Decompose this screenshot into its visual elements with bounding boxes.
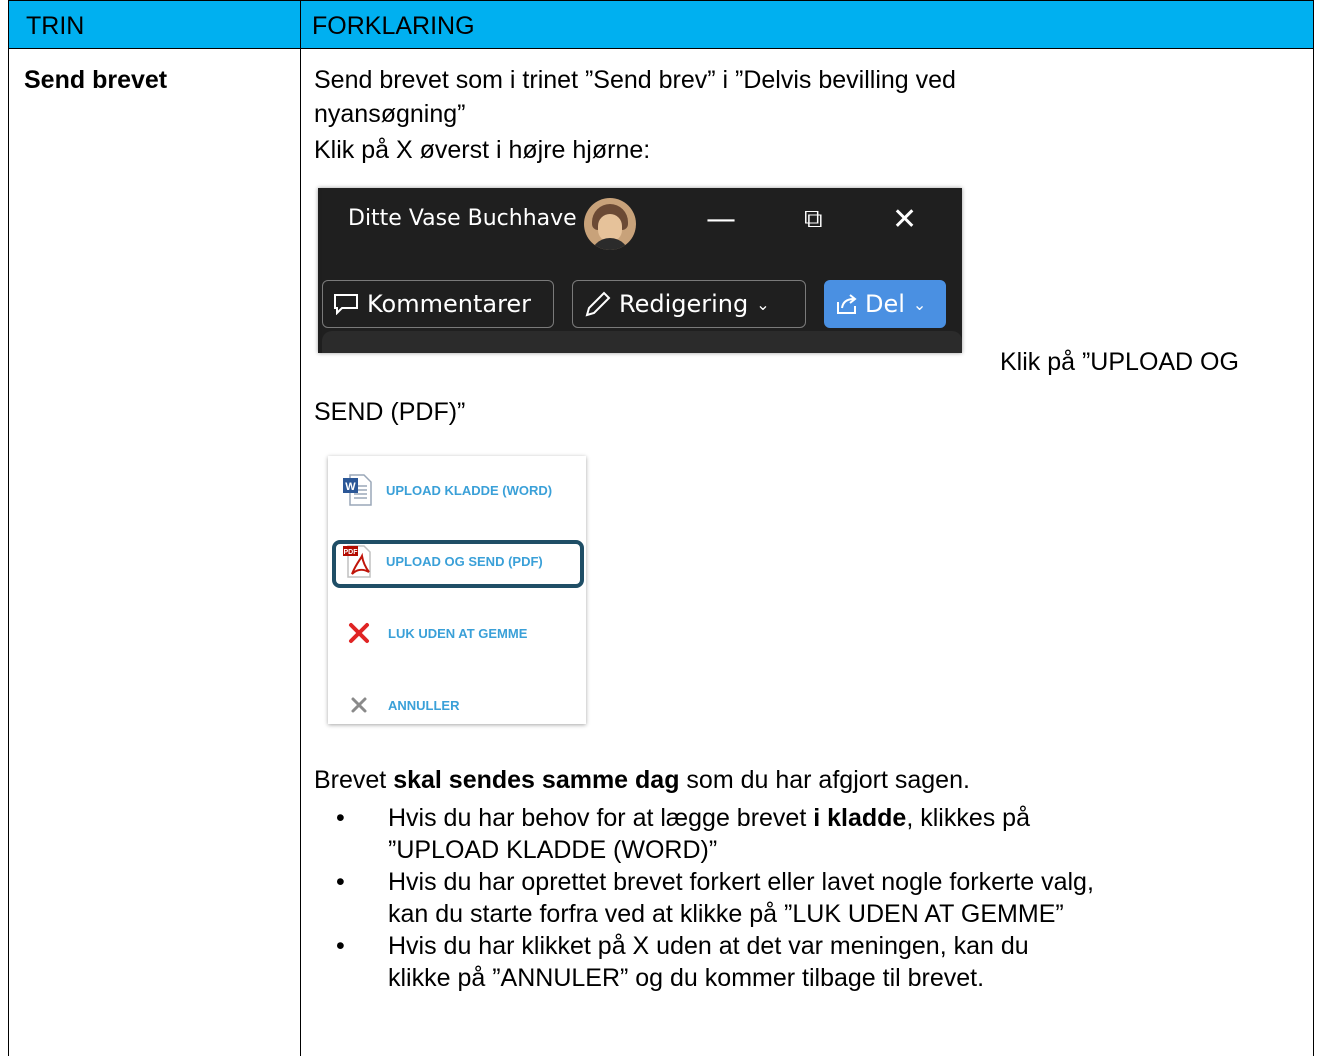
table-border-top bbox=[8, 0, 1314, 1]
window-titlebar: Ditte Vase Buchhave — ⧉ ✕ Kommentarer Re… bbox=[322, 188, 962, 353]
editing-label: Redigering bbox=[619, 290, 749, 318]
share-icon bbox=[837, 294, 857, 314]
window-chrome-screenshot: Ditte Vase Buchhave — ⧉ ✕ Kommentarer Re… bbox=[318, 188, 962, 353]
same-day-paragraph: Brevet skal sendes samme dag som du har … bbox=[314, 764, 970, 796]
restore-icon[interactable]: ⧉ bbox=[804, 204, 823, 235]
list-item-continuation: kan du starte forfra ved at klikke på ”L… bbox=[388, 900, 1064, 928]
list-item-continuation: klikke på ”ANNULER” og du kommer tilbage… bbox=[388, 964, 985, 992]
upload-instruction-line-1: Klik på ”UPLOAD OG bbox=[1000, 348, 1239, 376]
para-suffix: som du har afgjort sagen. bbox=[679, 766, 970, 794]
menu-label-cancel: ANNULLER bbox=[388, 697, 460, 713]
share-label: Del bbox=[865, 290, 905, 318]
word-doc-icon: W bbox=[343, 474, 372, 506]
editing-chevron-icon: ⌄ bbox=[756, 294, 770, 314]
intro-line-3: Klik på X øverst i højre hjørne: bbox=[314, 136, 651, 164]
comment-icon bbox=[334, 294, 358, 315]
table-border-left bbox=[8, 0, 9, 1056]
header-forklaring: FORKLARING bbox=[312, 12, 475, 40]
document-area-edge bbox=[322, 331, 962, 353]
close-dialog-menu: W UPLOAD KLADDE (WORD) PDF UPLOAD OG SEN… bbox=[328, 456, 586, 724]
editing-button[interactable]: Redigering ⌄ bbox=[572, 280, 806, 328]
menu-item-cancel[interactable]: ANNULLER bbox=[350, 696, 460, 714]
bullet-icon: • bbox=[336, 932, 345, 960]
upload-instruction-line-2: SEND (PDF)” bbox=[314, 398, 466, 426]
share-button[interactable]: Del ⌄ bbox=[824, 280, 946, 328]
para-bold: skal sendes samme dag bbox=[393, 766, 680, 794]
close-icon[interactable]: ✕ bbox=[892, 202, 917, 237]
avatar bbox=[584, 198, 636, 250]
table-border-right bbox=[1313, 0, 1314, 1056]
step-name: Send brevet bbox=[24, 66, 168, 94]
list-item: • Hvis du har behov for at lægge brevet i… bbox=[336, 804, 1030, 832]
share-chevron-icon: ⌄ bbox=[912, 294, 927, 314]
list-item: • Hvis du har oprettet brevet forkert ell… bbox=[336, 868, 1094, 896]
para-prefix: Brevet bbox=[314, 766, 394, 794]
comments-button[interactable]: Kommentarer bbox=[322, 280, 554, 328]
comments-label: Kommentarer bbox=[367, 290, 532, 318]
list-item-continuation: ”UPLOAD KLADDE (WORD)” bbox=[388, 836, 718, 864]
bullet-icon: • bbox=[336, 868, 345, 896]
user-name: Ditte Vase Buchhave bbox=[348, 206, 577, 231]
intro-line-2: nyansøgning” bbox=[314, 100, 466, 128]
menu-item-upload-draft[interactable]: W UPLOAD KLADDE (WORD) bbox=[342, 474, 552, 506]
instruction-list: • Hvis du har behov for at lægge brevet i… bbox=[336, 802, 1094, 994]
menu-item-close-without-saving[interactable]: LUK UDEN AT GEMME bbox=[348, 622, 527, 644]
intro-line-1: Send brevet som i trinet ”Send brev” i ”… bbox=[314, 66, 956, 94]
table-header: TRIN FORKLARING bbox=[8, 0, 1314, 49]
pencil-icon bbox=[585, 291, 611, 317]
header-trin: TRIN bbox=[26, 12, 85, 40]
red-x-icon bbox=[349, 623, 369, 643]
minimize-icon[interactable]: — bbox=[706, 202, 736, 237]
svg-text:W: W bbox=[345, 481, 356, 493]
bullet-icon: • bbox=[336, 804, 345, 832]
list-item: • Hvis du har klikket på X uden at det va… bbox=[336, 932, 1029, 960]
gray-x-icon bbox=[351, 697, 367, 713]
highlight-box bbox=[332, 540, 584, 588]
menu-label-close-without-saving: LUK UDEN AT GEMME bbox=[388, 625, 528, 641]
table-column-divider bbox=[300, 0, 301, 1056]
menu-label-upload-draft: UPLOAD KLADDE (WORD) bbox=[386, 482, 553, 498]
